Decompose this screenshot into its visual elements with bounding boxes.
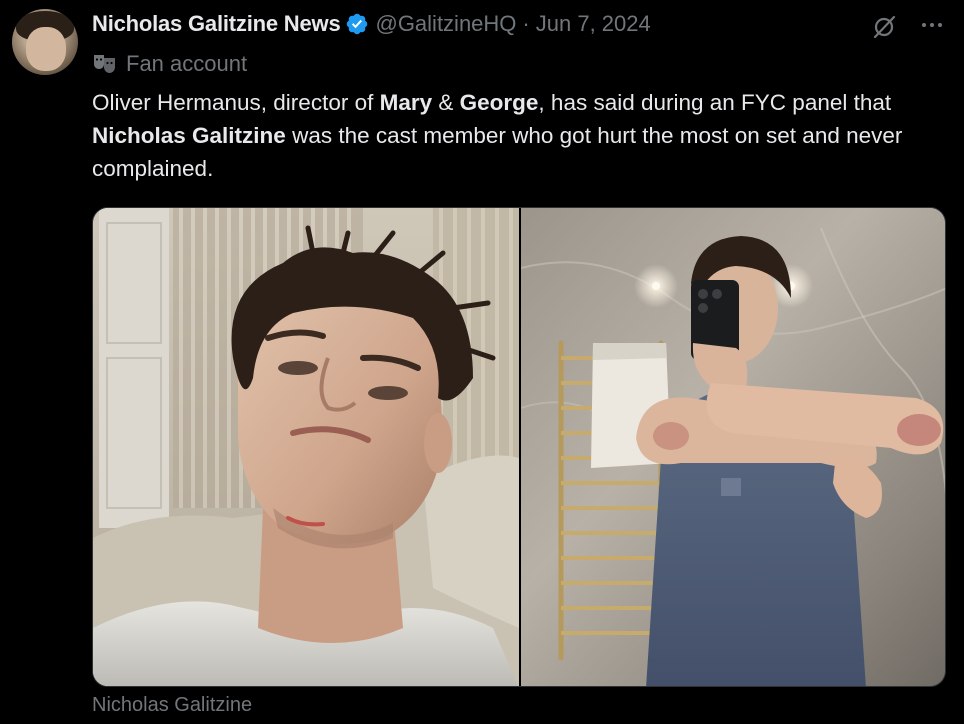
author-display-name[interactable]: Nicholas Galitzine News — [92, 11, 341, 37]
account-label-text: Fan account — [126, 51, 248, 76]
grok-icon[interactable] — [871, 14, 897, 40]
verified-badge-icon[interactable] — [345, 12, 369, 36]
tweet-text-part: , has said during an FYC panel that — [538, 90, 892, 115]
media-image-1[interactable] — [93, 208, 519, 686]
account-label: Fan account — [92, 50, 247, 78]
author-handle[interactable]: @GalitzineHQ — [375, 11, 516, 37]
tweet-text-part: & — [432, 90, 460, 115]
media-grid — [92, 207, 946, 687]
tweet-text-part: Oliver Hermanus, director of — [92, 90, 380, 115]
tweet-header: Nicholas Galitzine News @GalitzineHQ · J… — [92, 9, 651, 39]
tweet-text-bold: Mary — [379, 90, 433, 115]
media-image-2[interactable] — [521, 208, 945, 686]
tweet-text-bold: George — [459, 90, 539, 115]
header-separator: · — [522, 11, 530, 36]
tweet-text-bold: Nicholas Galitzine — [92, 123, 286, 148]
tweet[interactable]: Nicholas Galitzine News @GalitzineHQ · J… — [0, 0, 964, 724]
more-options-icon[interactable] — [919, 12, 945, 38]
avatar-face — [26, 27, 66, 71]
author-avatar[interactable] — [12, 9, 78, 75]
media-tag-label[interactable]: Nicholas Galitzine — [92, 694, 252, 717]
theater-masks-icon — [92, 52, 118, 76]
tweet-text: Oliver Hermanus, director of Mary & Geor… — [92, 86, 952, 185]
tweet-date[interactable]: Jun 7, 2024 — [536, 11, 651, 37]
